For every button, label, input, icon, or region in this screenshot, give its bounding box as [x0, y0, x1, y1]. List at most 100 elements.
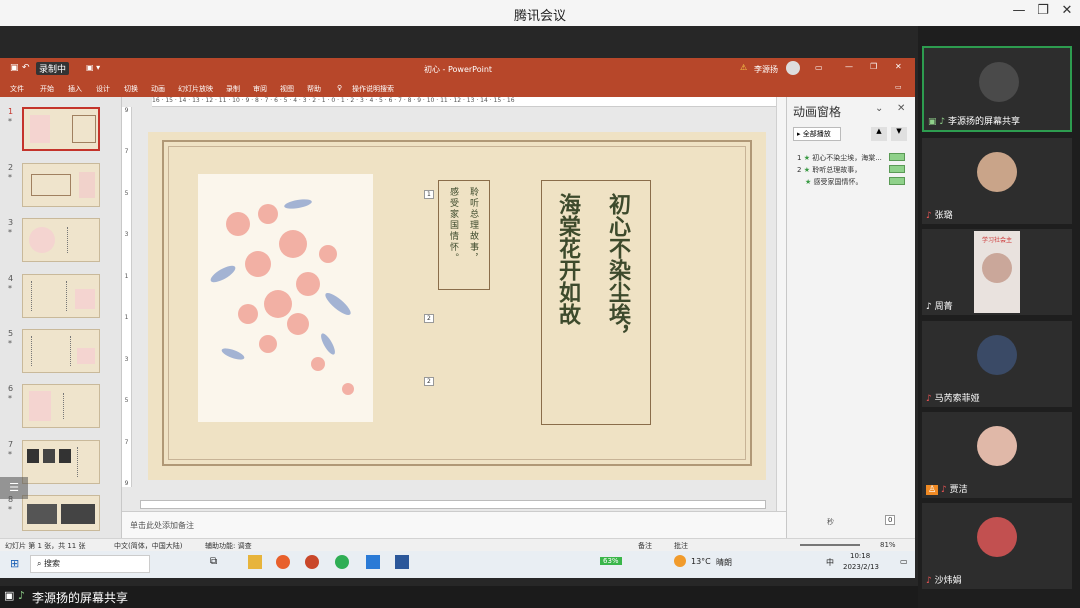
menu-review[interactable]: 审阅 [253, 84, 267, 94]
participant-card[interactable]: ♪ 张璐 [922, 138, 1072, 224]
participant-name: 李源扬的屏幕共享 [948, 117, 1021, 127]
minimize-button[interactable]: — [1008, 3, 1030, 23]
animation-pane: 动画窗格 ⌄ ✕ ▸ 全部播放 ▲ ▼ 1 ★ 初心不染尘埃，海棠... 2 ★… [786, 97, 915, 545]
thumb-flower [30, 115, 50, 143]
comment-icon[interactable]: ▭ [895, 83, 902, 91]
close-icon[interactable]: ✕ [897, 103, 905, 114]
powerpoint-icon[interactable] [305, 555, 319, 569]
word-icon[interactable] [395, 555, 409, 569]
thumb-slide-7[interactable] [22, 440, 100, 484]
chevron-down-icon[interactable]: ⌄ [875, 103, 883, 114]
thumb-slide-3[interactable] [22, 218, 100, 262]
shared-screen-area: ▣ ↶ 录制中 ▣ ▾ 初心 - PowerPoint ⚠ 李源扬 ▭ — ❐ … [0, 26, 918, 586]
menu-file[interactable]: 文件 [10, 84, 24, 94]
star-icon: ★ [803, 166, 810, 174]
text-box-small[interactable]: 聆听总理故事， 感受家国情怀。 [438, 180, 490, 290]
anim-item[interactable]: 2 ★ 聆听总理故事， [797, 165, 913, 175]
participant-card[interactable]: 学习社会主 ♪ 周菁 [922, 229, 1072, 315]
participant-card[interactable]: ▣ ♪ 李源扬的屏幕共享 [922, 46, 1072, 132]
vertical-scrollbar[interactable] [776, 97, 786, 545]
ppt-restore-icon[interactable]: ❐ [870, 62, 877, 71]
search-help-input[interactable]: 操作说明搜索 [352, 84, 394, 94]
menu-slideshow[interactable]: 幻灯片放映 [178, 84, 213, 94]
thumb-number: 6 [8, 384, 14, 393]
notes-toggle[interactable]: 备注 [638, 541, 652, 551]
weather-desc[interactable]: 晴朗 [716, 557, 732, 568]
menu-animation[interactable]: 动画 [151, 84, 165, 94]
windows-start-icon[interactable]: ⊞ [10, 557, 19, 570]
comments-toggle[interactable]: 批注 [674, 541, 688, 551]
menu-design[interactable]: 设计 [96, 84, 110, 94]
horizontal-scrollbar[interactable] [140, 500, 766, 509]
participant-card[interactable]: ♪ 沙炜娟 [922, 503, 1072, 589]
menu-record[interactable]: 录制 [226, 84, 240, 94]
menu-transition[interactable]: 切换 [124, 84, 138, 94]
mic-muted-icon: ♪ [926, 576, 932, 586]
flower-image[interactable] [198, 174, 373, 422]
save-icon[interactable]: ▣ [10, 63, 19, 73]
thumb-photo [61, 504, 95, 524]
ribbon-display-icon[interactable]: ▭ [815, 63, 823, 72]
ime-indicator[interactable]: 中 [826, 557, 834, 568]
taskbar-search-label: 搜索 [44, 559, 61, 568]
language-status[interactable]: 中文(简体，中国大陆) [114, 541, 182, 551]
page-indicator[interactable]: 0 [885, 515, 896, 525]
text-box-title[interactable]: 初心不染尘埃， 海棠花开如故 [541, 180, 651, 425]
menu-view[interactable]: 视图 [280, 84, 294, 94]
wechat-icon[interactable] [335, 555, 349, 569]
windows-taskbar: ⊞ ⌕ 搜索 ⧉ 63% 13°C 晴朗 中 10:18 2023/2/13 ▭ [0, 551, 915, 578]
thumb-flower [77, 348, 95, 364]
weather-temp[interactable]: 13°C [691, 557, 711, 566]
zoom-slider[interactable] [800, 544, 860, 546]
slide-count: 幻灯片 第 1 张，共 11 张 [5, 542, 86, 550]
file-explorer-icon[interactable] [248, 555, 262, 569]
thumb-slide-8[interactable] [22, 495, 100, 531]
participant-card[interactable]: ♪ 马芮索菲娅 [922, 321, 1072, 407]
battery-indicator[interactable]: 63% [600, 557, 622, 565]
ppt-minimize-icon[interactable]: — [845, 62, 853, 71]
tencent-meeting-icon[interactable] [366, 555, 380, 569]
user-avatar[interactable] [786, 61, 800, 75]
slide-canvas[interactable]: 聆听总理故事， 感受家国情怀。 1 2 2 初心不染尘埃， 海棠花开如故 [148, 132, 766, 480]
task-view-icon[interactable]: ⧉ [210, 556, 217, 567]
undo-icon[interactable]: ↶ [22, 63, 30, 73]
anim-item[interactable]: 1 ★ 初心不染尘埃，海棠... [797, 153, 913, 163]
avatar [982, 253, 1012, 283]
thumb-text [63, 393, 95, 419]
quick-access-icon[interactable]: ▣ ▾ [86, 63, 100, 72]
move-down-button[interactable]: ▼ [891, 127, 907, 141]
zoom-level[interactable]: 81% [880, 541, 896, 549]
thumb-slide-5[interactable] [22, 329, 100, 373]
thumb-slide-2[interactable] [22, 163, 100, 207]
clock-time[interactable]: 10:18 [850, 552, 870, 560]
accessibility-status[interactable]: 辅助功能: 调查 [205, 541, 252, 551]
close-button[interactable]: ✕ [1056, 3, 1078, 23]
taskbar-search[interactable]: ⌕ 搜索 [30, 555, 150, 573]
thumb-slide-6[interactable] [22, 384, 100, 428]
play-all-button[interactable]: ▸ 全部播放 [793, 127, 841, 141]
anim-item-label: 聆听总理故事， [812, 166, 862, 174]
menu-home[interactable]: 开始 [40, 84, 54, 94]
participant-name: 张璐 [934, 211, 953, 221]
ruler-tick: 7 [124, 438, 129, 446]
mic-muted-icon: ♪ [926, 211, 932, 221]
clock-date[interactable]: 2023/2/13 [843, 563, 879, 571]
mic-icon: ♪ [939, 117, 946, 127]
move-up-button[interactable]: ▲ [871, 127, 887, 141]
ppt-close-icon[interactable]: ✕ [895, 62, 902, 71]
firefox-icon[interactable] [276, 555, 290, 569]
participant-card[interactable]: ♙ ♪ 贾洁 [922, 412, 1072, 498]
notification-icon[interactable]: ▭ [900, 557, 908, 566]
seconds-label: 秒 [827, 518, 834, 526]
thumb-slide-1[interactable] [22, 107, 100, 151]
anim-item[interactable]: ★ 感受家国情怀。 [805, 177, 913, 187]
menu-help[interactable]: 帮助 [307, 84, 321, 94]
restore-button[interactable]: ❐ [1032, 3, 1054, 23]
powerpoint-window: ▣ ↶ 录制中 ▣ ▾ 初心 - PowerPoint ⚠ 李源扬 ▭ — ❐ … [0, 58, 915, 578]
participant-panel: ▣ ♪ 李源扬的屏幕共享 ♪ 张璐 学习社会主 ♪ 周菁 ♪ 马芮索菲娅 ♙ ♪… [918, 26, 1080, 608]
thumb-slide-4[interactable] [22, 274, 100, 318]
menu-insert[interactable]: 插入 [68, 84, 82, 94]
ppt-menu-bar: 文件 开始 插入 设计 切换 动画 幻灯片放映 录制 审阅 视图 帮助 ♀ 操作… [0, 80, 915, 97]
thumb-text [77, 447, 97, 477]
menu-icon[interactable]: ☰ [0, 477, 28, 499]
